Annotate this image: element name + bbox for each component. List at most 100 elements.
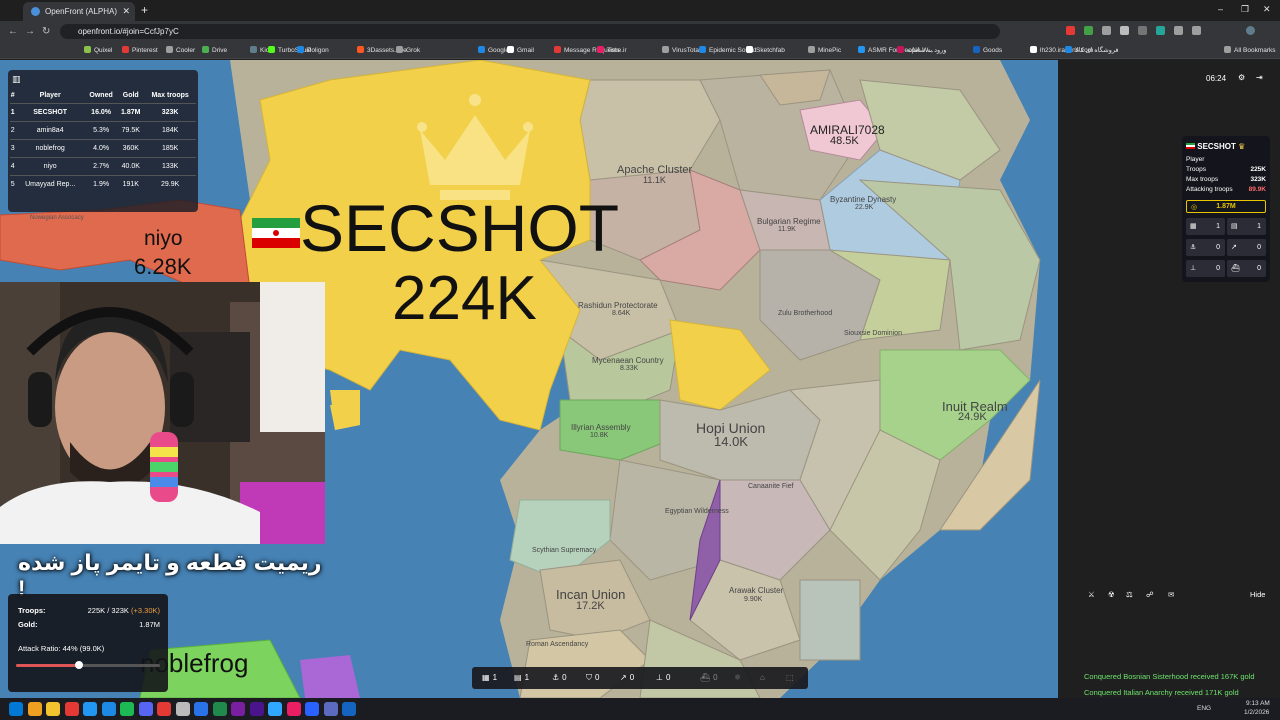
leaderboard-header[interactable]: Max troops bbox=[144, 88, 196, 103]
nuke-icon[interactable]: ☢ bbox=[1108, 590, 1115, 599]
search-icon[interactable] bbox=[27, 702, 42, 716]
exit-icon[interactable]: ⇥ bbox=[1256, 73, 1263, 82]
bookmark-item[interactable]: Quixel bbox=[84, 46, 112, 54]
photoshop-icon[interactable] bbox=[194, 702, 208, 716]
bookmark-icon bbox=[357, 46, 364, 53]
leaderboard-row[interactable]: 4 niyo 2.7% 40.0K 133K bbox=[10, 156, 196, 175]
build-sam-button[interactable]: ⊥ 0 bbox=[656, 673, 670, 682]
browser-tab[interactable]: OpenFront (ALPHA) ✕ bbox=[23, 2, 135, 21]
event-filters: ⚔ ☢ ⚖ ☍ ✉ Hide bbox=[1084, 590, 1272, 604]
world-map[interactable]: SECSHOT 224K niyo 6.28K noblefrog AMIRAL… bbox=[0, 60, 1058, 698]
bookmark-item[interactable]: Poligon bbox=[297, 46, 329, 54]
bookmark-item[interactable]: ورود به سامانه bbox=[897, 46, 946, 54]
leaderboard-header[interactable]: Player bbox=[15, 88, 85, 103]
alliance-icon[interactable]: ☍ bbox=[1146, 590, 1154, 599]
photoshop-icon[interactable] bbox=[268, 702, 282, 716]
extension-icon[interactable] bbox=[1138, 26, 1147, 35]
bookmark-item[interactable]: VirusTotal bbox=[662, 46, 700, 54]
sword-icon[interactable]: ⚔ bbox=[1088, 590, 1095, 599]
app-icon[interactable] bbox=[212, 702, 227, 716]
leaderboard-cell-max: 184K bbox=[144, 120, 196, 139]
bookmark-item[interactable]: Time.ir bbox=[597, 46, 627, 54]
leaderboard-row[interactable]: 1 SECSHOT 16.0% 1.87M 323K bbox=[10, 102, 196, 121]
bookmark-icon bbox=[808, 46, 815, 53]
minimize-button[interactable]: – bbox=[1218, 4, 1223, 14]
after-effects-icon[interactable] bbox=[231, 702, 245, 716]
bookmark-label: Gmail bbox=[517, 47, 534, 54]
close-window-button[interactable]: ✕ bbox=[1263, 4, 1271, 15]
bookmark-label: Sketchfab bbox=[756, 47, 785, 54]
bar-chart-icon[interactable]: ▥ bbox=[12, 74, 21, 85]
build-city-button[interactable]: ▦ 1 bbox=[482, 673, 497, 682]
bookmark-item[interactable]: Cooler bbox=[166, 46, 195, 54]
build-missile-silo-button[interactable]: ↗ 0 bbox=[620, 673, 634, 682]
davinci-icon[interactable] bbox=[157, 702, 171, 716]
blender-icon[interactable] bbox=[305, 702, 319, 716]
clock-date[interactable]: 1/2/2026 bbox=[1244, 709, 1269, 716]
build-defense-button[interactable]: ⛉ 0 bbox=[586, 673, 599, 683]
discord-icon[interactable] bbox=[138, 702, 153, 716]
bookmark-item[interactable]: Google bbox=[478, 46, 509, 54]
premiere-icon[interactable] bbox=[249, 702, 264, 716]
bookmark-item[interactable]: Gmail bbox=[507, 46, 534, 54]
spotify-icon[interactable] bbox=[120, 702, 134, 716]
back-icon[interactable]: ← bbox=[8, 26, 18, 37]
start-icon[interactable] bbox=[9, 702, 23, 716]
extension-icon[interactable] bbox=[1066, 26, 1075, 35]
settings-icon[interactable]: ⚙ bbox=[1238, 73, 1245, 82]
mirv-icon[interactable]: ⬚ bbox=[786, 673, 794, 682]
bookmark-item[interactable]: Pinterest bbox=[122, 46, 158, 54]
build-warship-button[interactable]: ⛴ 0 bbox=[700, 673, 718, 682]
maximize-button[interactable]: ❐ bbox=[1241, 4, 1249, 15]
pc-building-count: 1 bbox=[1257, 223, 1261, 230]
bookmark-item[interactable]: All Bookmarks bbox=[1224, 46, 1276, 54]
file-explorer-icon[interactable] bbox=[46, 702, 60, 716]
hydrogen-bomb-icon[interactable]: ⌂ bbox=[760, 673, 765, 682]
app-icon[interactable] bbox=[342, 702, 356, 716]
pc-building-count: 0 bbox=[1257, 265, 1261, 272]
leaderboard-row[interactable]: 5 Umayyad Rep... 1.9% 191K 29.9K bbox=[10, 174, 196, 193]
pc-building-cell: ▤ 1 bbox=[1227, 218, 1266, 235]
bookmark-item[interactable]: Goods bbox=[973, 46, 1002, 54]
leaderboard-header[interactable]: Owned bbox=[85, 88, 117, 103]
attack-ratio-slider[interactable] bbox=[16, 661, 160, 669]
bookmark-item[interactable]: Drive bbox=[202, 46, 227, 54]
bookmark-item[interactable]: MinePic bbox=[808, 46, 841, 54]
extension-icon[interactable] bbox=[1084, 26, 1093, 35]
chat-icon[interactable]: ✉ bbox=[1168, 590, 1174, 599]
build-factory-button[interactable]: ▤ 1 bbox=[514, 673, 529, 682]
extension-icon[interactable] bbox=[1120, 26, 1129, 35]
reload-icon[interactable]: ↻ bbox=[42, 26, 50, 37]
bookmark-item[interactable]: فروشگاه ای کالا bbox=[1065, 46, 1119, 54]
atom-bomb-icon[interactable]: ⚛ bbox=[734, 673, 741, 682]
bookmark-item[interactable]: Grok bbox=[396, 46, 420, 54]
profile-avatar[interactable] bbox=[1246, 26, 1255, 35]
extension-icon[interactable] bbox=[1174, 26, 1183, 35]
leaderboard-row[interactable]: 3 noblefrog 4.0% 360K 185K bbox=[10, 138, 196, 157]
extension-icon[interactable] bbox=[1192, 26, 1201, 35]
leaderboard-row[interactable]: 2 amin8a4 5.3% 79.5K 184K bbox=[10, 120, 196, 139]
warship-icon: ⛴ bbox=[1231, 265, 1240, 272]
hide-events-button[interactable]: Hide bbox=[1250, 590, 1265, 599]
telegram-icon[interactable] bbox=[83, 702, 97, 716]
chrome-icon[interactable] bbox=[64, 702, 79, 716]
coin-icon: ◎ bbox=[1191, 204, 1198, 211]
app-icon[interactable] bbox=[323, 702, 338, 716]
forward-icon[interactable]: → bbox=[25, 26, 35, 37]
build-port-button[interactable]: ⚓ 0 bbox=[552, 673, 567, 682]
close-tab-icon[interactable]: ✕ bbox=[122, 6, 130, 17]
new-tab-button[interactable]: + bbox=[141, 3, 148, 17]
steam-icon[interactable] bbox=[101, 702, 116, 716]
bookmark-item[interactable]: Sketchfab bbox=[746, 46, 785, 54]
clock-time[interactable]: 9:13 AM bbox=[1246, 700, 1270, 707]
obs-icon[interactable] bbox=[175, 702, 190, 716]
region-value: 17.2K bbox=[576, 600, 605, 612]
slider-handle[interactable] bbox=[75, 661, 84, 669]
trade-icon[interactable]: ⚖ bbox=[1126, 590, 1133, 599]
leaderboard-header[interactable]: Gold bbox=[117, 88, 144, 103]
extension-icon[interactable] bbox=[1102, 26, 1111, 35]
language-indicator[interactable]: ENG bbox=[1197, 705, 1211, 712]
url-input[interactable]: openfront.io/#join=CcfJp7yC bbox=[60, 24, 1000, 39]
extension-icon[interactable] bbox=[1156, 26, 1165, 35]
app-icon[interactable] bbox=[286, 702, 301, 716]
